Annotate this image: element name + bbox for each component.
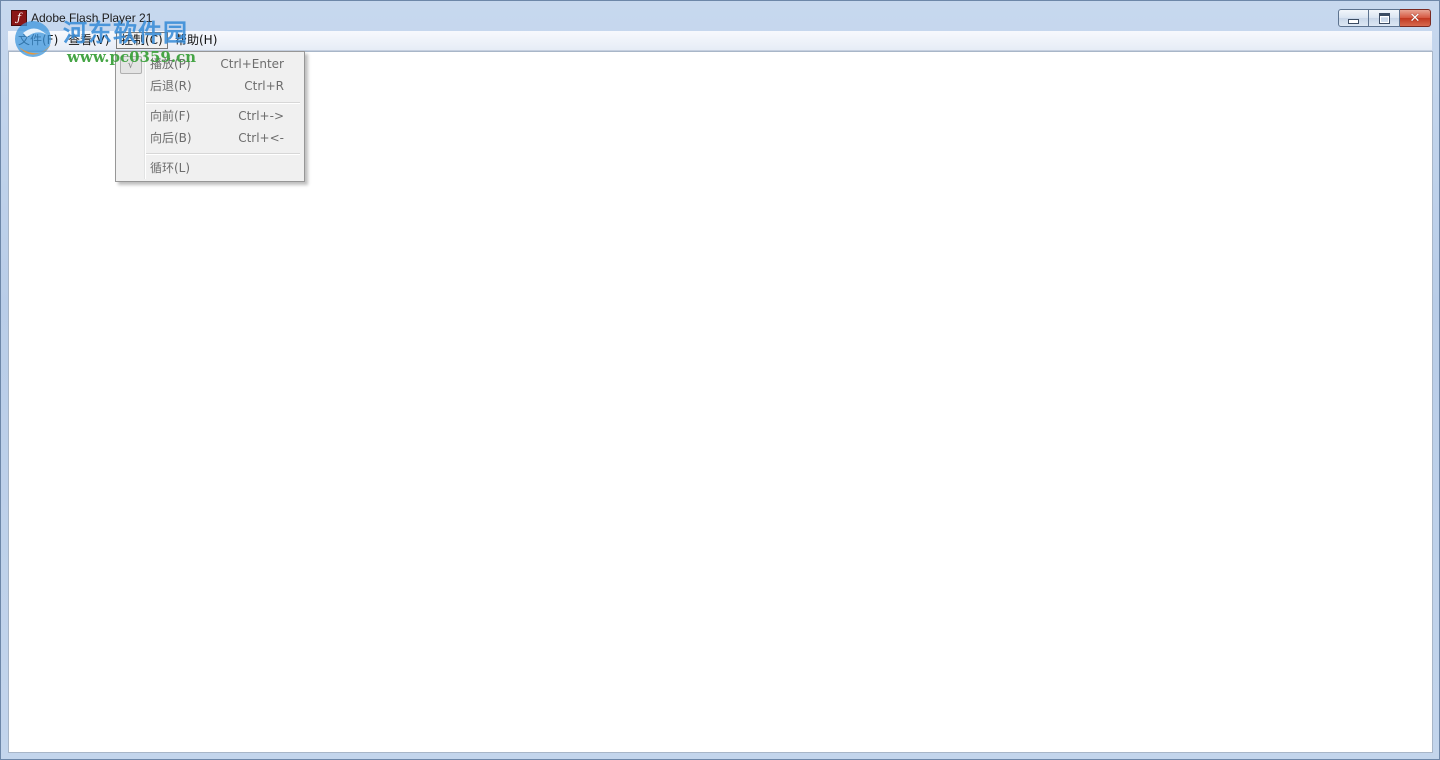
watermark-logo-icon bbox=[15, 21, 51, 57]
minimize-button[interactable] bbox=[1338, 9, 1369, 27]
maximize-button[interactable] bbox=[1369, 9, 1400, 27]
watermark-title: 河东软件园 bbox=[63, 19, 188, 47]
menu-item-back[interactable]: 向后(B) Ctrl+<- bbox=[118, 128, 302, 148]
menu-item-shortcut: Ctrl+-> bbox=[238, 109, 284, 123]
menu-item-shortcut: Ctrl+<- bbox=[238, 131, 284, 145]
menu-item-rewind[interactable]: 后退(R) Ctrl+R bbox=[118, 76, 302, 96]
menu-separator bbox=[146, 102, 300, 104]
watermark-url: www.pc0359.cn bbox=[67, 48, 197, 66]
menu-separator bbox=[146, 153, 300, 155]
menu-item-label: 向后(B) bbox=[150, 131, 192, 145]
menu-item-loop[interactable]: 循环(L) bbox=[118, 158, 302, 178]
close-icon: ✕ bbox=[1409, 10, 1421, 26]
menu-bar: 文件(F) 查看(V) 控制(C) 帮助(H) bbox=[8, 31, 1432, 51]
menu-item-label: 循环(L) bbox=[150, 161, 191, 175]
maximize-icon bbox=[1378, 12, 1390, 24]
menu-item-label: 向前(F) bbox=[150, 109, 191, 123]
menu-item-label: 后退(R) bbox=[150, 79, 192, 93]
close-button[interactable]: ✕ bbox=[1400, 9, 1431, 27]
menu-item-shortcut: Ctrl+R bbox=[244, 79, 284, 93]
title-bar[interactable]: ƒ Adobe Flash Player 21 ✕ bbox=[1, 1, 1439, 31]
menu-item-forward[interactable]: 向前(F) Ctrl+-> bbox=[118, 106, 302, 126]
control-menu-dropdown: √ 播放(P) Ctrl+Enter 后退(R) Ctrl+R 向前(F) Ct… bbox=[115, 51, 305, 182]
caption-buttons: ✕ bbox=[1338, 9, 1431, 27]
minimize-icon bbox=[1348, 18, 1359, 24]
menu-item-shortcut: Ctrl+Enter bbox=[220, 57, 284, 71]
flash-player-window: ƒ Adobe Flash Player 21 ✕ 文件(F) 查看(V) 控制… bbox=[0, 0, 1440, 760]
